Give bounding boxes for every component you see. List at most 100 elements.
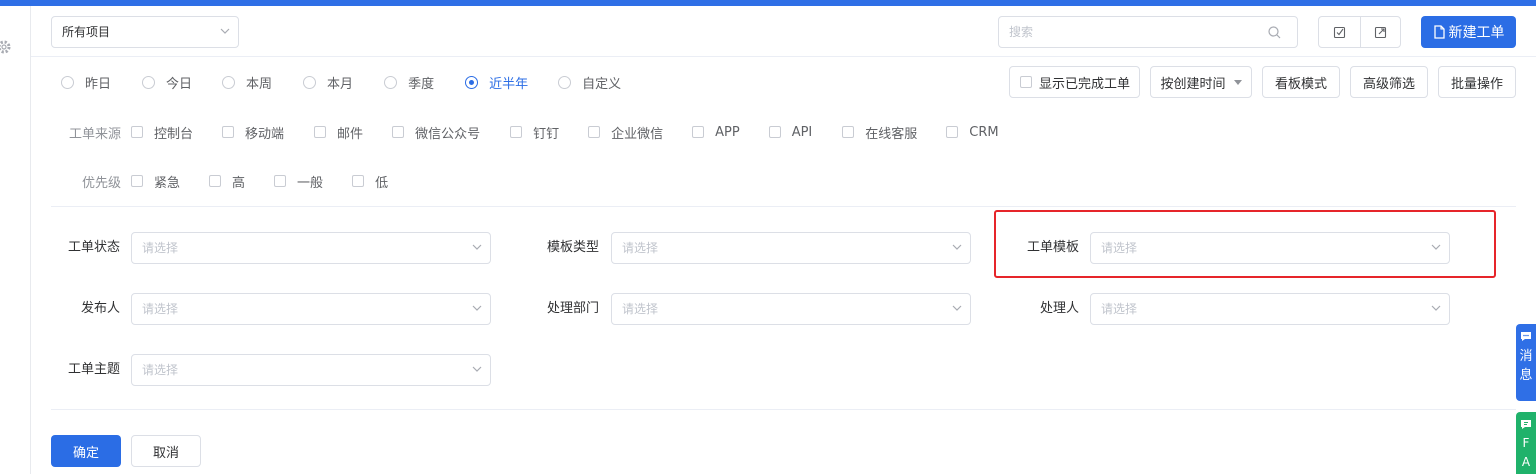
priority-option[interactable]: 一般 xyxy=(274,172,323,191)
checkbox[interactable] xyxy=(352,175,365,187)
chevron-down-icon xyxy=(472,244,482,250)
priority-option[interactable]: 高 xyxy=(209,172,245,191)
radio-label: 自定义 xyxy=(582,76,622,92)
option-label: 钉钉 xyxy=(533,126,560,142)
source-option[interactable]: API xyxy=(768,124,813,140)
option-label: 邮件 xyxy=(337,126,364,142)
source-option[interactable]: 微信公众号 xyxy=(392,123,480,142)
subject-placeholder: 请选择 xyxy=(142,363,179,377)
search-input[interactable] xyxy=(1009,17,1259,47)
sort-by-dropdown[interactable]: 按创建时间 xyxy=(1150,66,1252,98)
radio-this-week[interactable]: 本周 xyxy=(222,73,272,92)
dept-label: 处理部门 xyxy=(546,301,599,316)
advanced-filter-button[interactable]: 高级筛选 xyxy=(1350,66,1428,98)
source-option[interactable]: CRM xyxy=(946,124,999,140)
source-filter-group: 工单来源 控制台 移动端 邮件 微信公众号 钉钉 企业微信 APP API 在线… xyxy=(69,122,999,142)
option-label: 控制台 xyxy=(154,126,194,142)
dept-placeholder: 请选择 xyxy=(622,302,659,316)
source-option[interactable]: 移动端 xyxy=(222,123,284,142)
header-divider xyxy=(31,56,1536,57)
source-option[interactable]: APP xyxy=(692,125,740,140)
template-select[interactable]: 请选择 xyxy=(1090,232,1450,264)
option-label: 微信公众号 xyxy=(415,126,481,142)
source-option[interactable]: 控制台 xyxy=(131,123,193,142)
source-option[interactable]: 钉钉 xyxy=(510,123,559,142)
source-option[interactable]: 企业微信 xyxy=(588,123,663,142)
source-option[interactable]: 邮件 xyxy=(314,123,363,142)
import-button[interactable] xyxy=(1319,17,1360,47)
checkbox[interactable] xyxy=(692,126,705,138)
left-sidebar-strip xyxy=(0,6,31,474)
radio-label: 近半年 xyxy=(489,76,529,92)
project-select[interactable]: 所有项目 xyxy=(51,16,239,48)
message-float-button[interactable]: 消 息 xyxy=(1516,324,1536,401)
radio-label: 本月 xyxy=(327,76,354,92)
checkbox[interactable] xyxy=(510,126,523,138)
checkbox[interactable] xyxy=(131,126,144,138)
project-select-value: 所有项目 xyxy=(62,25,111,39)
template-label: 工单模板 xyxy=(1026,240,1079,255)
batch-operation-button[interactable]: 批量操作 xyxy=(1438,66,1516,98)
radio-dot xyxy=(558,75,572,89)
chevron-down-icon xyxy=(952,244,962,250)
option-label: 紧急 xyxy=(154,175,181,191)
checkbox[interactable] xyxy=(392,126,405,138)
radio-half-year[interactable]: 近半年 xyxy=(465,73,528,92)
subject-select[interactable]: 请选择 xyxy=(131,354,491,386)
checkbox[interactable] xyxy=(274,175,287,187)
radio-yesterday[interactable]: 昨日 xyxy=(61,73,111,92)
option-label: API xyxy=(791,124,813,140)
radio-this-month[interactable]: 本月 xyxy=(303,73,353,92)
chevron-down-icon xyxy=(472,305,482,311)
search-box[interactable] xyxy=(998,16,1298,48)
radio-label: 今日 xyxy=(166,76,193,92)
radio-today[interactable]: 今日 xyxy=(142,73,192,92)
filter-divider xyxy=(51,206,1516,207)
publisher-select[interactable]: 请选择 xyxy=(131,293,491,325)
show-completed-checkbox[interactable] xyxy=(1020,76,1032,88)
checkbox[interactable] xyxy=(222,126,235,138)
checkbox[interactable] xyxy=(209,175,222,187)
checkbox[interactable] xyxy=(842,126,855,138)
option-label: CRM xyxy=(969,124,999,140)
chevron-down-icon xyxy=(1431,244,1441,250)
sort-by-label: 按创建时间 xyxy=(1160,76,1226,92)
cancel-label: 取消 xyxy=(152,445,179,461)
radio-label: 昨日 xyxy=(85,76,112,92)
radio-label: 季度 xyxy=(408,76,435,92)
checkbox[interactable] xyxy=(314,126,327,138)
radio-custom[interactable]: 自定义 xyxy=(558,73,621,92)
checkbox[interactable] xyxy=(946,126,959,138)
form-divider xyxy=(51,409,1516,410)
kanban-mode-button[interactable]: 看板模式 xyxy=(1262,66,1340,98)
kanban-mode-label: 看板模式 xyxy=(1274,76,1327,92)
handler-select[interactable]: 请选择 xyxy=(1090,293,1450,325)
template-type-select[interactable]: 请选择 xyxy=(611,232,971,264)
show-completed-toggle[interactable]: 显示已完成工单 xyxy=(1009,66,1140,98)
new-ticket-button[interactable]: 新建工单 xyxy=(1421,16,1516,48)
template-type-placeholder: 请选择 xyxy=(622,241,659,255)
priority-option[interactable]: 紧急 xyxy=(131,172,180,191)
gear-icon[interactable] xyxy=(0,39,12,55)
source-option[interactable]: 在线客服 xyxy=(842,123,917,142)
checkbox[interactable] xyxy=(588,126,601,138)
export-button[interactable] xyxy=(1359,17,1401,47)
search-icon[interactable] xyxy=(1268,26,1281,39)
faq-float-button[interactable]: F A xyxy=(1516,412,1536,474)
confirm-button[interactable]: 确定 xyxy=(51,435,121,467)
checkbox[interactable] xyxy=(131,175,144,187)
status-select[interactable]: 请选择 xyxy=(131,232,491,264)
time-filter-group: 昨日 今日 本周 本月 季度 近半年 自定义 xyxy=(61,72,621,92)
priority-option[interactable]: 低 xyxy=(352,172,388,191)
cancel-button[interactable]: 取消 xyxy=(131,435,201,467)
option-label: 企业微信 xyxy=(611,126,664,142)
checkbox[interactable] xyxy=(768,126,781,138)
subject-label: 工单主题 xyxy=(67,362,120,377)
caret-down-icon xyxy=(1233,79,1242,85)
radio-dot xyxy=(384,75,398,89)
publisher-label: 发布人 xyxy=(80,301,120,316)
priority-label: 优先级 xyxy=(82,175,122,191)
radio-quarter[interactable]: 季度 xyxy=(384,73,434,92)
message-char: 消 xyxy=(1519,349,1533,364)
dept-select[interactable]: 请选择 xyxy=(611,293,971,325)
